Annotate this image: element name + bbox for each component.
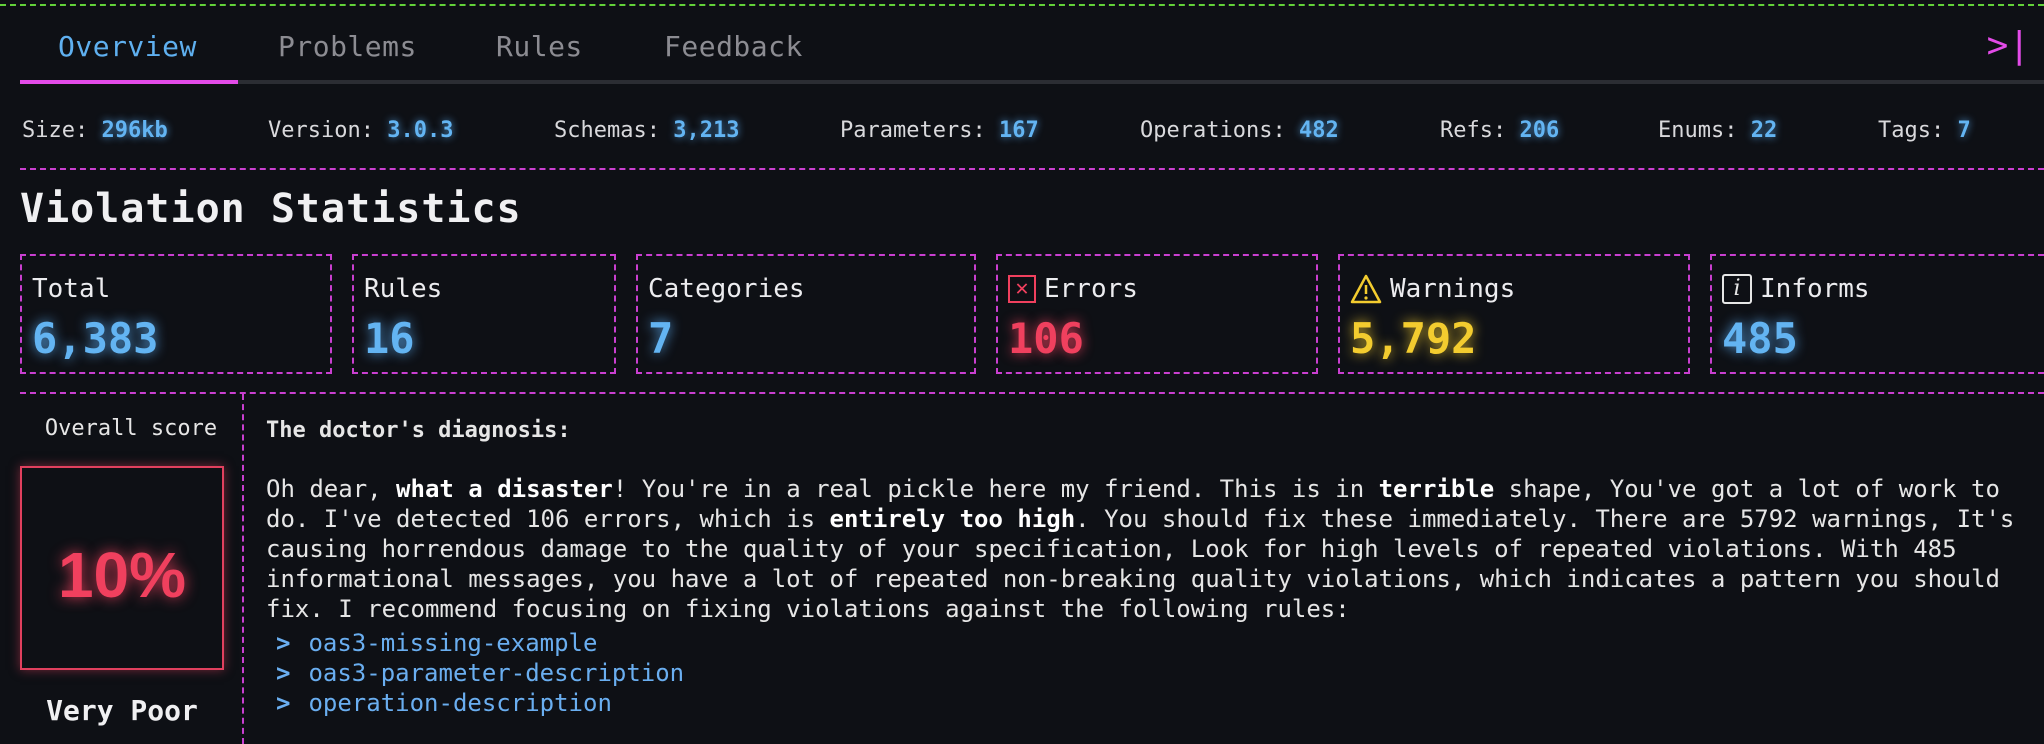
top-border (0, 4, 2044, 6)
stat-size-value: 296kb (101, 118, 168, 143)
score-label: Overall score (44, 416, 218, 441)
card-warnings-value: 5,792 (1350, 314, 1477, 363)
card-informs: i Informs 485 (1710, 254, 2044, 374)
card-total-label: Total (32, 274, 111, 304)
stat-operations: Operations: 482 (1140, 118, 1339, 143)
card-categories: Categories 7 (636, 254, 976, 374)
collapse-panel-icon[interactable]: >| (1987, 26, 2030, 66)
card-errors-label: ✕ Errors (1008, 274, 1138, 304)
card-warnings: Warnings 5,792 (1338, 254, 1690, 374)
x-box-icon: ✕ (1008, 275, 1036, 303)
rule-link[interactable]: > oas3-parameter-description (276, 658, 2042, 688)
recommended-rules-list: > oas3-missing-example > oas3-parameter-de… (276, 628, 2042, 718)
stat-size: Size: 296kb (22, 118, 168, 143)
card-categories-value: 7 (648, 314, 674, 363)
card-warnings-label: Warnings (1350, 274, 1515, 304)
tab-rules[interactable]: Rules (496, 30, 583, 63)
rule-link[interactable]: > oas3-missing-example (276, 628, 2042, 658)
card-rules-label: Rules (364, 274, 443, 304)
tab-feedback[interactable]: Feedback (664, 30, 803, 63)
stat-parameters: Parameters: 167 (840, 118, 1039, 143)
card-errors-value: 106 (1008, 314, 1084, 363)
score-panel: Overall score 10% Very Poor (20, 394, 244, 744)
section-title: Violation Statistics (20, 186, 522, 232)
stat-version-value: 3.0.3 (387, 118, 454, 143)
chevron-right-icon: > (276, 689, 291, 717)
warning-triangle-icon (1350, 274, 1382, 304)
chevron-right-icon: > (276, 659, 291, 687)
card-errors: ✕ Errors 106 (996, 254, 1318, 374)
stat-operations-value: 482 (1298, 118, 1339, 143)
tab-overview[interactable]: Overview (58, 30, 197, 63)
tab-problems[interactable]: Problems (278, 30, 417, 63)
card-total-value: 6,383 (32, 314, 159, 363)
stat-refs-value: 206 (1519, 118, 1560, 143)
diagnosis-section: Overall score 10% Very Poor The doctor's… (20, 392, 2044, 744)
stat-schemas-value: 3,213 (673, 118, 740, 143)
score-value: 10% (57, 539, 187, 611)
score-rating: Very Poor (46, 694, 198, 727)
score-box: 10% (20, 466, 224, 670)
active-tab-indicator (20, 80, 238, 84)
chevron-right-icon: > (276, 629, 291, 657)
stat-enums-value: 22 (1750, 118, 1778, 143)
stat-refs: Refs: 206 (1440, 118, 1560, 143)
card-informs-value: 485 (1722, 314, 1798, 363)
diagnosis-panel: The doctor's diagnosis: Oh dear, what a … (266, 416, 2042, 718)
card-rules: Rules 16 (352, 254, 616, 374)
info-icon: i (1722, 274, 1752, 304)
spec-stats-bar: Size: 296kb Version: 3.0.3 Schemas: 3,21… (20, 106, 2044, 170)
card-categories-label: Categories (648, 274, 805, 304)
stat-schemas: Schemas: 3,213 (554, 118, 740, 143)
rule-link[interactable]: > operation-description (276, 688, 2042, 718)
stat-version: Version: 3.0.3 (268, 118, 454, 143)
card-rules-value: 16 (364, 314, 415, 363)
stat-tags: Tags: 7 (1878, 118, 1971, 143)
card-informs-label: i Informs (1722, 274, 1870, 304)
stat-parameters-value: 167 (998, 118, 1039, 143)
diagnosis-text: Oh dear, what a disaster! You're in a re… (266, 475, 2015, 623)
stat-tags-value: 7 (1957, 118, 1971, 143)
stat-enums: Enums: 22 (1658, 118, 1778, 143)
tab-bar: Overview Problems Rules Feedback >| (20, 22, 2044, 84)
diagnosis-title: The doctor's diagnosis: (266, 418, 571, 443)
card-total: Total 6,383 (20, 254, 332, 374)
